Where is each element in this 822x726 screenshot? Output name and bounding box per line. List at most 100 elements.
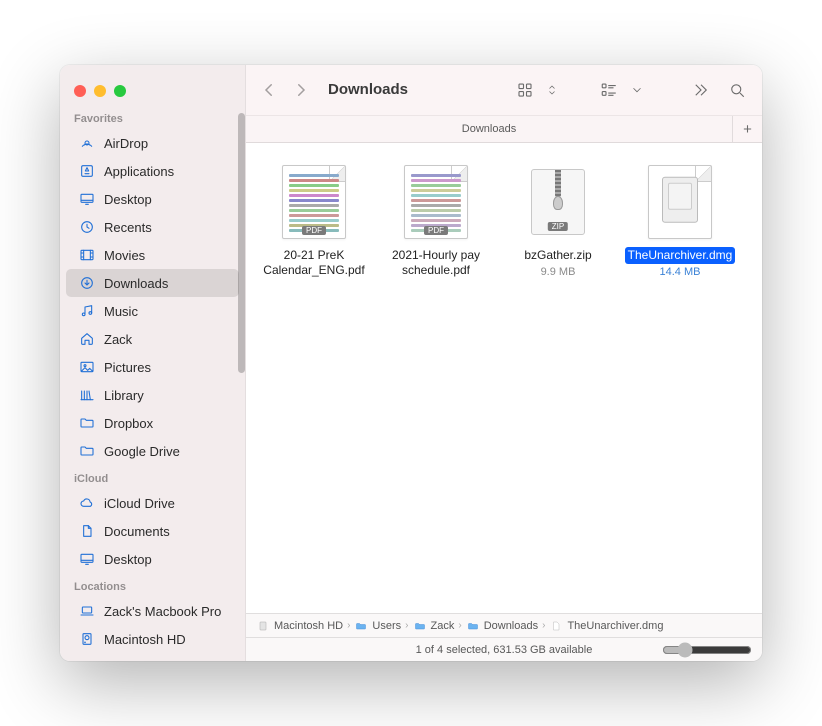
- sidebar-section-header: Favorites: [60, 105, 245, 129]
- sidebar-item-label: Documents: [104, 524, 170, 539]
- sidebar-item-zack-s-macbook-pro[interactable]: Zack's Macbook Pro: [66, 597, 239, 625]
- chevron-right-icon: ›: [542, 620, 545, 631]
- new-tab-button[interactable]: +: [732, 116, 762, 142]
- sidebar-item-google-drive[interactable]: Google Drive: [66, 437, 239, 465]
- sidebar-item-airdrop[interactable]: AirDrop: [66, 129, 239, 157]
- sidebar-scrollbar[interactable]: [238, 113, 245, 373]
- sidebar-section-header: iCloud: [60, 465, 245, 489]
- forward-button[interactable]: [288, 77, 314, 103]
- zoom-slider-input[interactable]: [662, 642, 752, 658]
- group-by-button[interactable]: [594, 77, 624, 103]
- desktop-icon: [78, 550, 96, 568]
- sidebar-item-pictures[interactable]: Pictures: [66, 353, 239, 381]
- sidebar-item-label: Recents: [104, 220, 152, 235]
- file-name: 2021-Hourly pay schedule.pdf: [376, 247, 496, 279]
- view-icons-button[interactable]: [510, 77, 540, 103]
- file-name: bzGather.zip: [521, 247, 594, 264]
- sidebar-item-dropbox[interactable]: Dropbox: [66, 409, 239, 437]
- main-area: Downloads Downl: [246, 65, 762, 661]
- sidebar-item-icloud-drive[interactable]: iCloud Drive: [66, 489, 239, 517]
- airdrop-icon: [78, 134, 96, 152]
- sidebar-item-label: Desktop: [104, 192, 152, 207]
- path-crumb[interactable]: Zack: [413, 620, 455, 632]
- pictures-icon: [78, 358, 96, 376]
- sidebar-item-movies[interactable]: Movies: [66, 241, 239, 269]
- chevron-down-icon[interactable]: [630, 77, 644, 103]
- file-thumbnail[interactable]: PDF: [275, 163, 353, 241]
- sidebar-item-desktop[interactable]: Desktop: [66, 545, 239, 573]
- sidebar-item-label: Music: [104, 304, 138, 319]
- folder-icon: [78, 414, 96, 432]
- sidebar-item-music[interactable]: Music: [66, 297, 239, 325]
- sidebar-item-macintosh-hd[interactable]: Macintosh HD: [66, 625, 239, 653]
- music-icon: [78, 302, 96, 320]
- sidebar-item-downloads[interactable]: Downloads: [66, 269, 239, 297]
- path-crumb[interactable]: Downloads: [466, 620, 538, 632]
- view-dropdown-icon[interactable]: [546, 77, 558, 103]
- sidebar-item-label: Google Drive: [104, 444, 180, 459]
- path-crumb[interactable]: TheUnarchiver.dmg: [549, 620, 663, 632]
- close-window-button[interactable]: [74, 85, 86, 97]
- file-thumbnail[interactable]: [641, 163, 719, 241]
- status-bar: 1 of 4 selected, 631.53 GB available: [246, 637, 762, 661]
- sidebar-item-recents[interactable]: Recents: [66, 213, 239, 241]
- file-name: TheUnarchiver.dmg: [625, 247, 736, 264]
- path-crumb-label: Users: [372, 620, 401, 632]
- sidebar-item-zack[interactable]: Zack: [66, 325, 239, 353]
- sidebar-item-label: Macintosh HD: [104, 632, 186, 647]
- chevron-right-icon: ›: [458, 620, 461, 631]
- sidebar-item-label: Library: [104, 388, 144, 403]
- file-name: 20-21 PreK Calendar_ENG.pdf: [254, 247, 374, 279]
- sidebar-item-label: Desktop: [104, 552, 152, 567]
- hdd-icon: [78, 630, 96, 648]
- laptop-icon: [78, 602, 96, 620]
- recents-icon: [78, 218, 96, 236]
- sidebar-item-library[interactable]: Library: [66, 381, 239, 409]
- path-crumb-label: Downloads: [484, 620, 538, 632]
- desktop-icon: [78, 190, 96, 208]
- sidebar-section-header: Locations: [60, 573, 245, 597]
- status-text: 1 of 4 selected, 631.53 GB available: [416, 644, 593, 656]
- tab-downloads[interactable]: Downloads: [246, 116, 732, 142]
- file-item[interactable]: PDF 2021-Hourly pay schedule.pdf: [376, 157, 496, 279]
- zoom-slider[interactable]: [662, 642, 752, 658]
- toolbar-overflow-icon[interactable]: [686, 77, 716, 103]
- home-icon: [78, 330, 96, 348]
- file-thumbnail[interactable]: ZIP: [519, 163, 597, 241]
- finder-window: Favorites AirDrop Applications Desktop Rece…: [60, 65, 762, 661]
- path-crumb[interactable]: Macintosh HD: [256, 620, 343, 632]
- sidebar-item-label: Movies: [104, 248, 145, 263]
- file-item[interactable]: ZIP bzGather.zip 9.9 MB: [498, 157, 618, 279]
- sidebar-item-label: Pictures: [104, 360, 151, 375]
- chevron-right-icon: ›: [347, 620, 350, 631]
- file-area[interactable]: PDF 20-21 PreK Calendar_ENG.pdf PDF 2021…: [246, 143, 762, 613]
- toolbar: Downloads: [246, 65, 762, 115]
- movies-icon: [78, 246, 96, 264]
- document-icon: [78, 522, 96, 540]
- file-thumbnail[interactable]: PDF: [397, 163, 475, 241]
- window-title: Downloads: [328, 81, 408, 98]
- back-button[interactable]: [256, 77, 282, 103]
- zoom-window-button[interactable]: [114, 85, 126, 97]
- sidebar: Favorites AirDrop Applications Desktop Rece…: [60, 65, 246, 661]
- sidebar-item-applications[interactable]: Applications: [66, 157, 239, 185]
- path-crumb-label: Zack: [431, 620, 455, 632]
- sidebar-item-label: Downloads: [104, 276, 168, 291]
- file-item[interactable]: PDF 20-21 PreK Calendar_ENG.pdf: [254, 157, 374, 279]
- path-crumb-label: TheUnarchiver.dmg: [567, 620, 663, 632]
- search-icon[interactable]: [722, 77, 752, 103]
- tab-label: Downloads: [462, 123, 516, 135]
- file-item[interactable]: TheUnarchiver.dmg 14.4 MB: [620, 157, 740, 279]
- sidebar-item-label: iCloud Drive: [104, 496, 175, 511]
- folder-icon: [78, 442, 96, 460]
- sidebar-item-documents[interactable]: Documents: [66, 517, 239, 545]
- sidebar-item-label: Applications: [104, 164, 174, 179]
- traffic-lights: [60, 73, 245, 105]
- library-icon: [78, 386, 96, 404]
- applications-icon: [78, 162, 96, 180]
- minimize-window-button[interactable]: [94, 85, 106, 97]
- path-crumb[interactable]: Users: [354, 620, 401, 632]
- path-crumb-label: Macintosh HD: [274, 620, 343, 632]
- sidebar-item-desktop[interactable]: Desktop: [66, 185, 239, 213]
- sidebar-item-label: Dropbox: [104, 416, 153, 431]
